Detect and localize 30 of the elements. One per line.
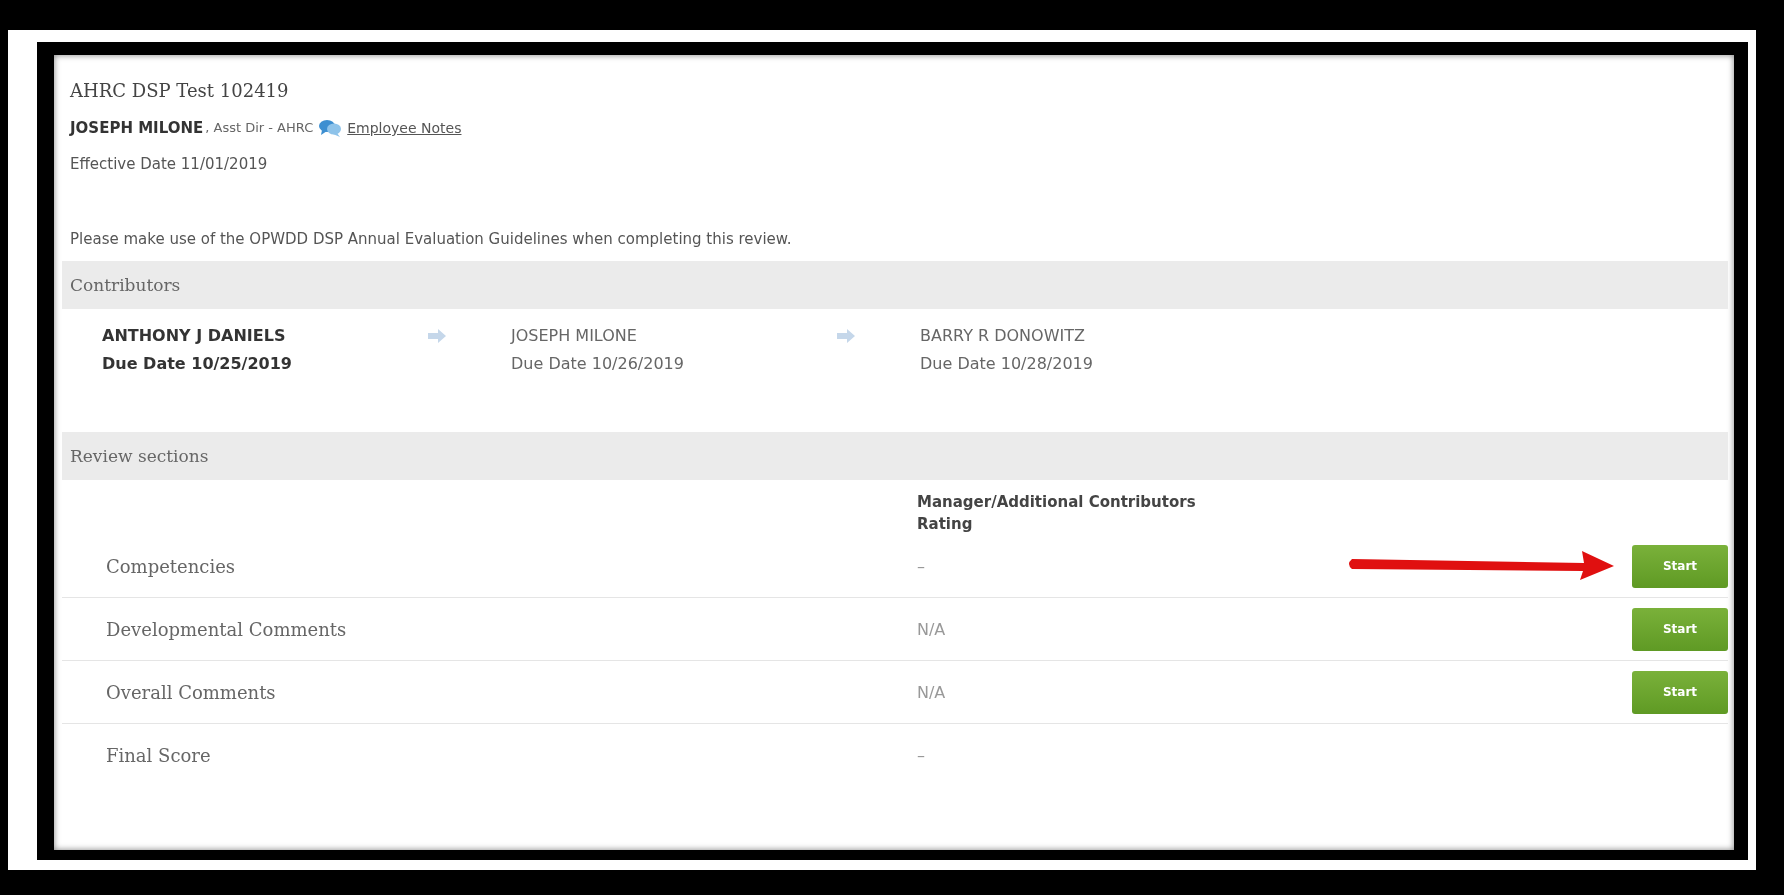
start-button[interactable]: Start [1632,607,1728,651]
section-name: Developmental Comments [106,618,348,640]
section-rating: – [917,556,925,576]
instructions-text: Please make use of the OPWDD DSP Annual Evaluation Guidelines when completing this review. [69,229,793,250]
contributor-name: BARRY R DONOWITZ [920,326,1086,346]
section-name: Final Score [106,745,212,766]
employee-name: JOSEPH MILONE [70,118,204,139]
chat-bubbles-icon [319,119,342,137]
contributor-due-date: Due Date 10/26/2019 [511,354,685,374]
section-name: Overall Comments [106,681,277,703]
contributor-due-date: Due Date 10/25/2019 [102,354,293,374]
contributors-header: Contributors [62,261,1728,309]
start-button[interactable]: Start [1632,544,1728,588]
arrow-icon [428,329,446,343]
employee-role: , Asst Dir - AHRC [205,119,314,137]
arrow-icon [837,329,855,343]
effective-date: Effective Date 11/01/2019 [69,154,269,175]
start-button[interactable]: Start [1632,670,1728,714]
contributor-name: JOSEPH MILONE [511,326,638,346]
review-sections-header: Review sections [62,432,1728,480]
section-name: Competencies [106,555,237,577]
section-rating: – [917,746,925,765]
section-rating: N/A [917,682,946,702]
contributor-due-date: Due Date 10/28/2019 [920,354,1094,374]
column-header: Rating [917,514,974,535]
contributor-name: ANTHONY J DANIELS [102,326,287,346]
section-rating: N/A [917,619,946,639]
employee-notes-link[interactable]: Employee Notes [347,109,462,147]
review-title: AHRC DSP Test 102419 [69,79,290,103]
column-header: Manager/Additional Contributors [917,492,1197,513]
